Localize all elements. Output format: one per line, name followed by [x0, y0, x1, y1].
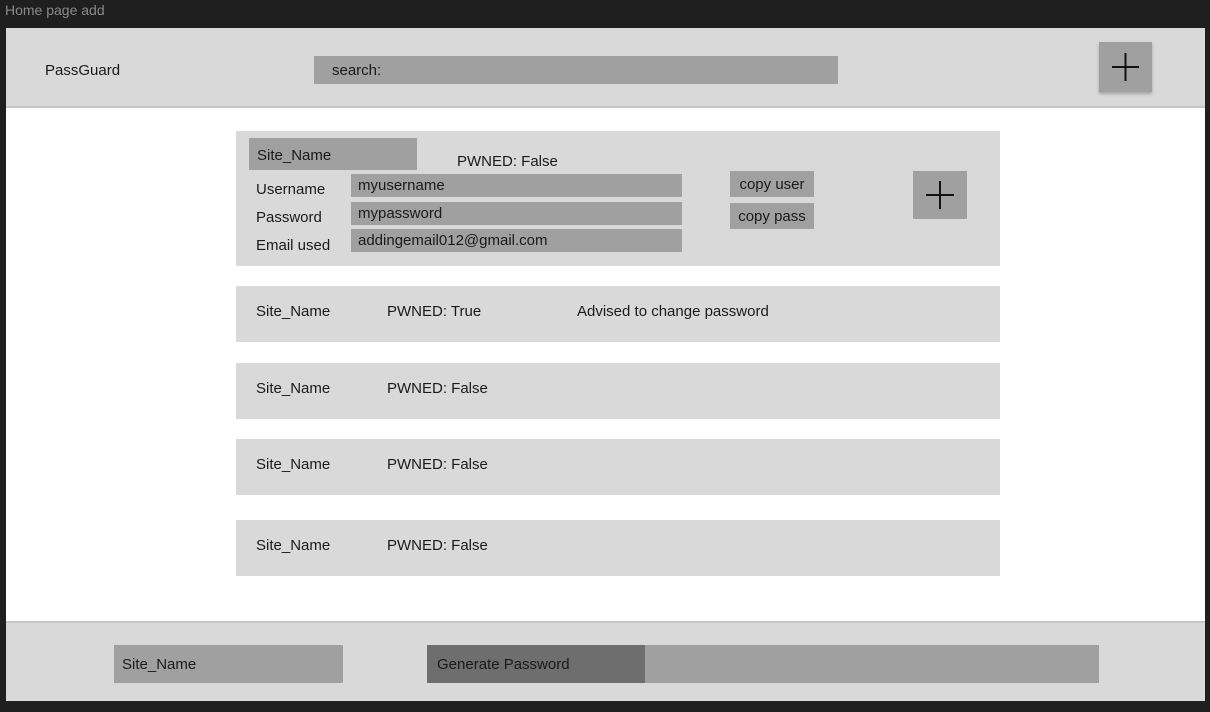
- site-name-input[interactable]: Site_Name: [114, 645, 343, 683]
- password-entry-expanded[interactable]: Site_Name PWNED: False Username myuserna…: [236, 131, 1000, 266]
- pwned-status: PWNED: False: [387, 456, 488, 473]
- username-field[interactable]: myusername: [351, 174, 682, 197]
- entry-add-button[interactable]: [913, 171, 967, 219]
- site-name-placeholder: Site_Name: [122, 656, 197, 673]
- copy-user-button[interactable]: copy user: [730, 171, 814, 197]
- password-entry[interactable]: Site_Name PWNED: False: [236, 439, 1000, 495]
- header-bar: PassGuard search:: [6, 28, 1205, 108]
- generate-password-label: Generate Password: [437, 656, 570, 673]
- plus-icon: [1112, 53, 1139, 81]
- password-label: Password: [256, 209, 322, 226]
- pwned-status: PWNED: True: [387, 303, 482, 320]
- site-name: Site_Name: [256, 380, 331, 397]
- site-name: Site_Name: [256, 303, 331, 320]
- search-input[interactable]: search:: [314, 56, 838, 84]
- email-value: addingemail012@gmail.com: [358, 232, 548, 249]
- password-entry[interactable]: Site_Name PWNED: False: [236, 363, 1000, 419]
- email-label: Email used: [256, 237, 331, 254]
- pwned-status: PWNED: False: [457, 153, 558, 170]
- site-name: Site_Name: [256, 456, 331, 473]
- footer-bar: Site_Name Generate Password: [6, 621, 1205, 701]
- username-label: Username: [256, 181, 326, 198]
- add-entry-button[interactable]: [1099, 42, 1152, 92]
- advice-text: Advised to change password: [577, 303, 769, 320]
- username-value: myusername: [358, 177, 445, 194]
- pwned-status: PWNED: False: [387, 380, 488, 397]
- pwned-status: PWNED: False: [387, 537, 488, 554]
- site-name-field[interactable]: Site_Name: [249, 138, 417, 170]
- generated-password-field[interactable]: Generate Password: [427, 645, 1099, 683]
- site-name-label: Site_Name: [257, 147, 332, 164]
- site-name: Site_Name: [256, 537, 331, 554]
- password-field[interactable]: mypassword: [351, 202, 682, 225]
- email-field[interactable]: addingemail012@gmail.com: [351, 229, 682, 252]
- plus-icon: [926, 181, 954, 209]
- password-value: mypassword: [358, 205, 443, 222]
- search-label: search:: [332, 62, 382, 79]
- copy-pass-button[interactable]: copy pass: [730, 203, 814, 229]
- window-title: Home page add: [5, 2, 105, 18]
- password-entry[interactable]: Site_Name PWNED: False: [236, 520, 1000, 576]
- app-frame: PassGuard search: Site_Name PWNED: False…: [6, 28, 1205, 701]
- app-name: PassGuard: [45, 62, 121, 79]
- generate-password-button[interactable]: Generate Password: [427, 645, 645, 683]
- password-entry[interactable]: Site_Name PWNED: True Advised to change …: [236, 286, 1000, 342]
